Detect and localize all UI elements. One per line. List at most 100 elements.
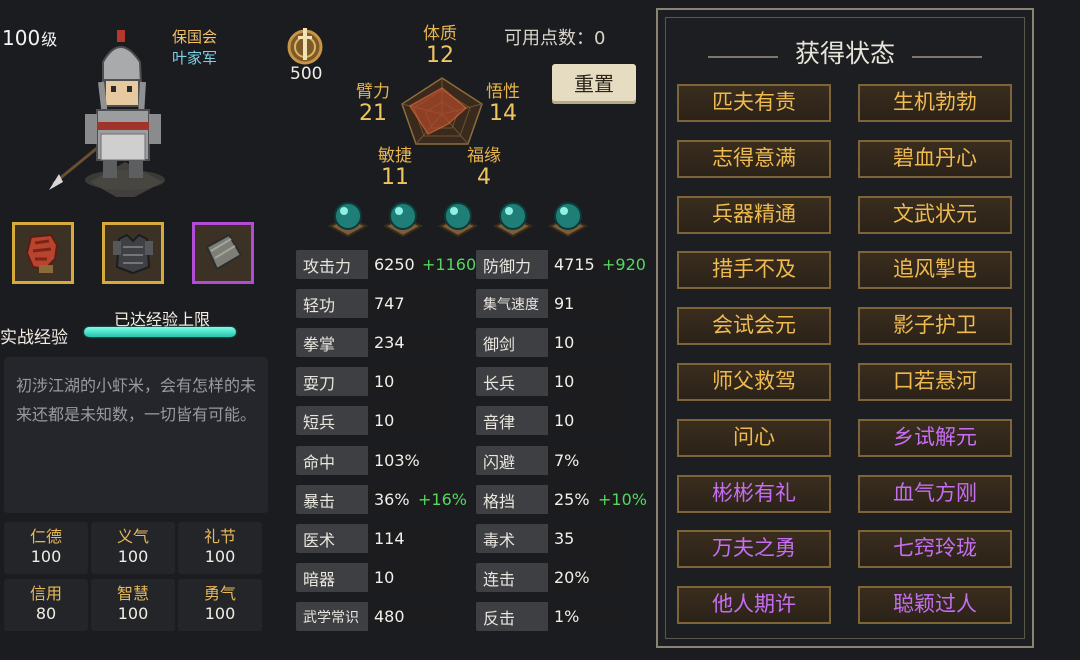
- virtue-name: 智慧: [116, 584, 149, 603]
- stat-row: 暴击 36% +16%: [296, 485, 467, 514]
- stat-name: 医术: [303, 531, 336, 550]
- status-tag[interactable]: 他人期许: [677, 586, 831, 624]
- status-tag[interactable]: 措手不及: [677, 251, 831, 289]
- stat-bonus: +920: [602, 255, 646, 274]
- faction-name: 保国会: [172, 28, 218, 46]
- stat-value: 10: [548, 328, 626, 357]
- attribute-wuxing-name: 悟性: [486, 82, 520, 102]
- scroll-icon: [205, 233, 243, 271]
- virtue-value: 100: [117, 604, 149, 623]
- virtue-name: 信用: [29, 584, 62, 603]
- stat-name: 轻功: [303, 296, 336, 315]
- attribute-bili-name: 臂力: [356, 82, 390, 102]
- status-tag[interactable]: 聪颖过人: [858, 586, 1012, 624]
- virtue-name: 勇气: [203, 584, 236, 603]
- virtue-value: 100: [117, 547, 149, 566]
- reset-button[interactable]: 重置: [552, 64, 636, 104]
- stat-name: 御剑: [483, 335, 516, 354]
- stat-bonus: +1160: [422, 255, 477, 274]
- status-tag[interactable]: 影子护卫: [858, 307, 1012, 345]
- stat-name: 格挡: [483, 492, 516, 511]
- status-tag[interactable]: 追风掣电: [858, 251, 1012, 289]
- stat-row: 武学常识 480: [296, 602, 446, 631]
- attribute-fuyuan-value: 4: [477, 165, 491, 190]
- stat-value: 114: [368, 524, 446, 553]
- stat-name: 闪避: [483, 453, 516, 472]
- status-tag[interactable]: 乡试解元: [858, 419, 1012, 457]
- virtue-card: 礼节 100: [178, 522, 262, 574]
- status-panel-title: 获得状态: [794, 39, 895, 68]
- status-tag[interactable]: 问心: [677, 419, 831, 457]
- virtue-name: 礼节: [203, 527, 236, 546]
- stat-row: 轻功 747: [296, 289, 446, 318]
- stat-row: 短兵 10: [296, 406, 446, 435]
- character-description: 初涉江湖的小虾米，会有怎样的未来还都是未知数，一切皆有可能。: [4, 357, 268, 513]
- gem-slot[interactable]: [546, 196, 590, 238]
- stat-row: 格挡 25% +10%: [476, 485, 647, 514]
- equip-slot-armor[interactable]: [102, 222, 164, 284]
- status-tag[interactable]: 会试会元: [677, 307, 831, 345]
- status-tag[interactable]: 血气方刚: [858, 475, 1012, 513]
- stat-name: 集气速度: [483, 297, 539, 313]
- equip-slot-accessory[interactable]: [192, 222, 254, 284]
- gem-slot[interactable]: [491, 196, 535, 238]
- stat-value: 103%: [368, 446, 446, 475]
- equip-slot-gauntlet[interactable]: [12, 222, 74, 284]
- status-tag[interactable]: 师父救驾: [677, 363, 831, 401]
- stat-name: 暴击: [303, 492, 336, 511]
- available-points: 可用点数：0: [504, 24, 605, 50]
- virtue-value: 100: [30, 547, 62, 566]
- stat-name: 反击: [483, 609, 516, 628]
- stat-row: 反击 1%: [476, 602, 626, 631]
- attribute-wuxing: 悟性 14: [468, 82, 538, 126]
- status-tag[interactable]: 万夫之勇: [677, 530, 831, 568]
- stat-bonus: +10%: [598, 490, 647, 509]
- attribute-fuyuan: 福缘 4: [449, 146, 519, 190]
- stat-name: 音律: [483, 413, 516, 432]
- stat-name: 连击: [483, 570, 516, 589]
- stat-name: 攻击力: [303, 257, 352, 276]
- stat-value: 10: [368, 367, 446, 396]
- gem-slot[interactable]: [381, 196, 425, 238]
- virtue-card: 义气 100: [91, 522, 175, 574]
- character-portrait[interactable]: [45, 22, 175, 202]
- status-tag[interactable]: 志得意满: [677, 140, 831, 178]
- status-tag[interactable]: 七窍玲珑: [858, 530, 1012, 568]
- stat-name: 暗器: [303, 570, 336, 589]
- stat-value: 480: [368, 602, 446, 631]
- virtue-value: 100: [204, 547, 236, 566]
- stat-name: 长兵: [483, 374, 516, 393]
- level-value: 100: [2, 26, 41, 50]
- stat-name: 毒术: [483, 531, 516, 550]
- stat-value: 35: [548, 524, 626, 553]
- virtue-card: 信用 80: [4, 579, 88, 631]
- virtue-name: 义气: [116, 527, 149, 546]
- stat-row: 攻击力 6250 +1160: [296, 250, 476, 279]
- attribute-minjie-name: 敏捷: [378, 146, 412, 166]
- stat-row: 暗器 10: [296, 563, 446, 592]
- status-tag[interactable]: 匹夫有责: [677, 84, 831, 122]
- stat-value: 234: [368, 328, 446, 357]
- status-tag[interactable]: 彬彬有礼: [677, 475, 831, 513]
- gem-slot[interactable]: [436, 196, 480, 238]
- status-tag[interactable]: 生机勃勃: [858, 84, 1012, 122]
- attribute-tizhi-name: 体质: [423, 24, 457, 44]
- attribute-minjie-value: 11: [381, 165, 409, 190]
- stat-name: 武学常识: [303, 610, 359, 626]
- armor-icon: [113, 233, 153, 275]
- stat-value: 20%: [548, 563, 626, 592]
- virtue-name: 仁德: [29, 527, 62, 546]
- attribute-wuxing-value: 14: [489, 101, 517, 126]
- stat-value: 10: [548, 367, 626, 396]
- stat-row: 连击 20%: [476, 563, 626, 592]
- stat-row: 耍刀 10: [296, 367, 446, 396]
- gauntlet-icon: [25, 233, 59, 273]
- available-points-value: 0: [594, 28, 606, 49]
- gem-slot[interactable]: [326, 196, 370, 238]
- status-tag[interactable]: 口若悬河: [858, 363, 1012, 401]
- status-tag[interactable]: 兵器精通: [677, 196, 831, 234]
- status-tag[interactable]: 碧血丹心: [858, 140, 1012, 178]
- stat-name: 防御力: [483, 257, 532, 276]
- status-tag[interactable]: 文武状元: [858, 196, 1012, 234]
- virtue-card: 仁德 100: [4, 522, 88, 574]
